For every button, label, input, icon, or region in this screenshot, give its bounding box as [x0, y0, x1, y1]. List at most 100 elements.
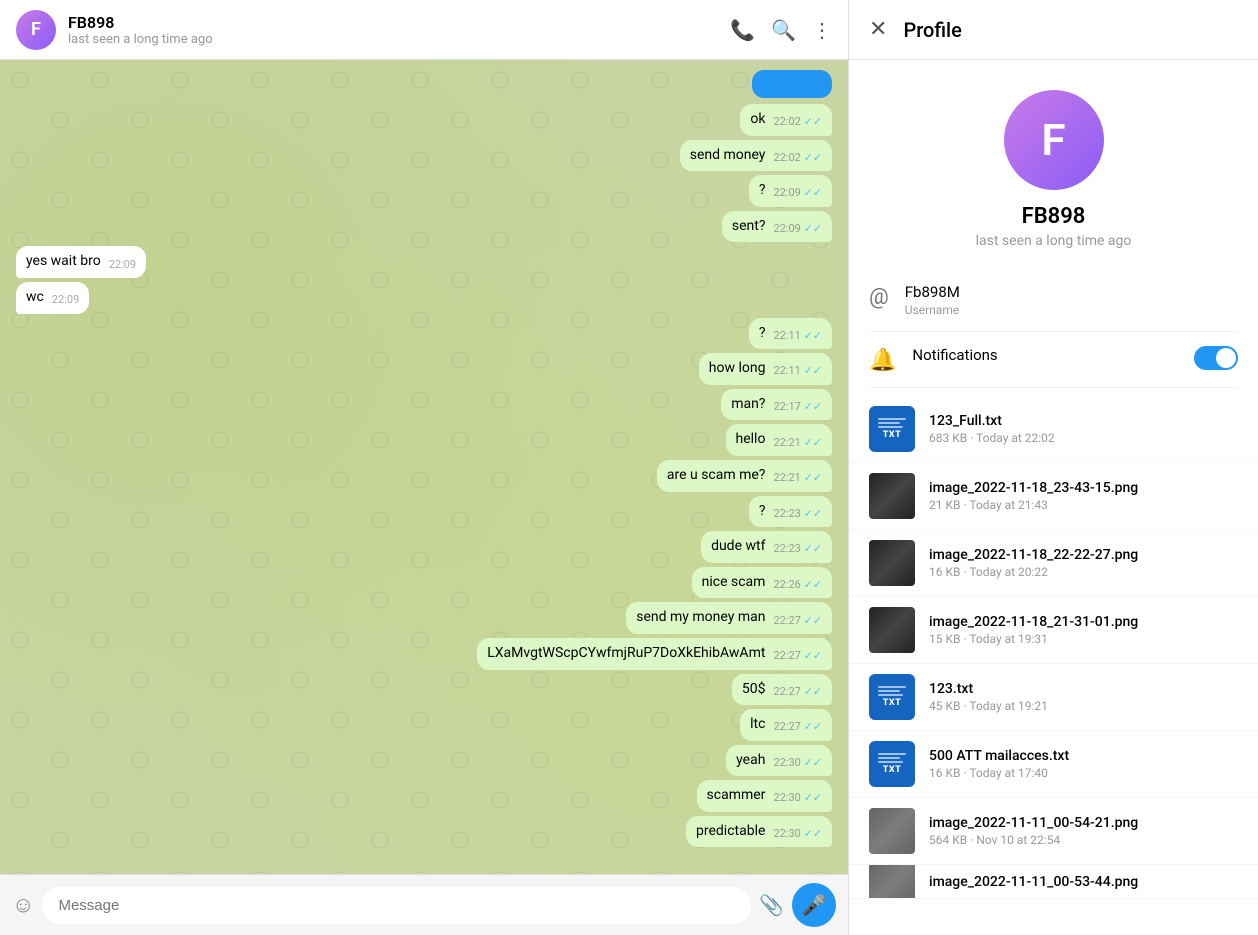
list-item[interactable]: image_2022-11-18_22-22-27.png 16 KB · To… [849, 530, 1258, 597]
table-row: send my money man 22:27 ✓✓ [16, 602, 832, 634]
file-meta: 21 KB · Today at 21:43 [929, 498, 1238, 512]
message-text: ltc [750, 715, 765, 735]
message-text: hello [736, 430, 766, 450]
table-row: ? 22:23 ✓✓ [16, 496, 832, 528]
message-text: dude wtf [711, 537, 765, 557]
list-item[interactable]: image_2022-11-18_21-31-01.png 15 KB · To… [849, 597, 1258, 664]
table-row: yes wait bro 22:09 [16, 246, 832, 278]
message-text: yes wait bro [26, 252, 101, 272]
table-row: predictable 22:30 ✓✓ [16, 816, 832, 848]
message-bubble: dude wtf 22:23 ✓✓ [701, 531, 832, 563]
file-info: 123_Full.txt 683 KB · Today at 22:02 [929, 413, 1238, 445]
message-text: LXaMvgtWScpCYwfmjRuP7DoXkEhibAwAmt [487, 644, 765, 664]
more-options-icon[interactable]: ⋮ [812, 18, 832, 42]
message-text: ? [759, 324, 766, 344]
file-info: 123.txt 45 KB · Today at 19:21 [929, 681, 1238, 713]
message-bubble: predictable 22:30 ✓✓ [686, 816, 832, 848]
list-item[interactable]: TXT 123.txt 45 KB · Today at 19:21 [849, 664, 1258, 731]
profile-name: FB898 [1022, 204, 1086, 229]
message-text: are u scam me? [667, 466, 766, 486]
table-row: ? 22:09 ✓✓ [16, 175, 832, 207]
file-info: image_2022-11-18_21-31-01.png 15 KB · To… [929, 614, 1238, 646]
table-row: sent? 22:09 ✓✓ [16, 211, 832, 243]
message-text: nice scam [702, 573, 766, 593]
notifications-toggle-container [1194, 346, 1238, 370]
message-bubble: nice scam 22:26 ✓✓ [692, 567, 832, 599]
notifications-row: 🔔 Notifications [869, 332, 1238, 388]
emoji-button[interactable]: ☺ [12, 892, 34, 918]
message-bubble: ? 22:23 ✓✓ [749, 496, 832, 528]
message-text: man? [731, 395, 765, 415]
message-text: ? [759, 181, 766, 201]
profile-panel: ✕ Profile F FB898 last seen a long time … [848, 0, 1258, 935]
message-text: how long [709, 359, 766, 379]
file-info: image_2022-11-18_22-22-27.png 16 KB · To… [929, 547, 1238, 579]
close-button[interactable]: ✕ [869, 17, 887, 42]
notifications-toggle[interactable] [1194, 346, 1238, 370]
profile-avatar: F [1004, 90, 1104, 190]
file-name: image_2022-11-18_21-31-01.png [929, 614, 1238, 630]
table-row: hello 22:21 ✓✓ [16, 424, 832, 456]
chat-header: F FB898 last seen a long time ago 📞 🔍 ⋮ [0, 0, 848, 60]
profile-info-section: @ Fb898M Username 🔔 Notifications [849, 269, 1258, 388]
table-row: wc 22:09 [16, 282, 832, 314]
message-bubble: hello 22:21 ✓✓ [726, 424, 833, 456]
file-name: image_2022-11-11_00-54-21.png [929, 815, 1238, 831]
profile-last-seen: last seen a long time ago [976, 233, 1132, 249]
message-text: sent? [732, 217, 766, 237]
file-info: image_2022-11-11_00-54-21.png 564 KB · N… [929, 815, 1238, 847]
contact-name: FB898 [68, 13, 730, 32]
message-bubble: send money 22:02 ✓✓ [680, 140, 832, 172]
blue-button-bubble [752, 70, 832, 98]
list-item[interactable]: TXT 123_Full.txt 683 KB · Today at 22:02 [849, 396, 1258, 463]
list-item[interactable]: image_2022-11-11_00-53-44.png [849, 865, 1258, 899]
file-name: image_2022-11-18_23-43-15.png [929, 480, 1238, 496]
table-row: ? 22:11 ✓✓ [16, 318, 832, 350]
microphone-icon: 🎤 [802, 893, 827, 917]
voice-button[interactable]: 🎤 [792, 883, 836, 927]
table-row: nice scam 22:26 ✓✓ [16, 567, 832, 599]
table-row: scammer 22:30 ✓✓ [16, 780, 832, 812]
message-bubble: how long 22:11 ✓✓ [699, 353, 832, 385]
list-item[interactable]: image_2022-11-11_00-54-21.png 564 KB · N… [849, 798, 1258, 865]
username-content: Fb898M Username [905, 283, 1238, 317]
message-text: send money [690, 146, 766, 166]
message-text: wc [26, 288, 44, 308]
file-name: 123_Full.txt [929, 413, 1238, 429]
messages-container: ok 22:02 ✓✓ send money 22:02 ✓✓ ? 22:09 … [0, 60, 848, 874]
message-text: ? [759, 502, 766, 522]
username-row: @ Fb898M Username [869, 269, 1238, 332]
file-name: image_2022-11-11_00-53-44.png [929, 874, 1238, 890]
list-item[interactable]: TXT 500 ATT mailacces.txt 16 KB · Today … [849, 731, 1258, 798]
list-item[interactable]: image_2022-11-18_23-43-15.png 21 KB · To… [849, 463, 1258, 530]
file-icon-img [869, 607, 915, 653]
message-input[interactable] [42, 887, 751, 924]
file-icon-img [869, 540, 915, 586]
attach-button[interactable]: 📎 [759, 893, 784, 917]
message-bubble: send my money man 22:27 ✓✓ [626, 602, 832, 634]
message-text: 50$ [742, 680, 766, 700]
table-row: dude wtf 22:23 ✓✓ [16, 531, 832, 563]
file-icon-img [869, 473, 915, 519]
notifications-content: Notifications [912, 346, 1178, 364]
message-bubble: yeah 22:30 ✓✓ [726, 745, 832, 777]
profile-avatar-section: F FB898 last seen a long time ago [849, 60, 1258, 269]
bell-icon: 🔔 [869, 348, 896, 373]
file-meta: 564 KB · Nov 10 at 22:54 [929, 833, 1238, 847]
file-icon-img [869, 808, 915, 854]
message-text: yeah [736, 751, 765, 771]
username-label: Username [905, 303, 1238, 317]
message-bubble: ok 22:02 ✓✓ [740, 104, 832, 136]
file-icon-txt: TXT [869, 741, 915, 787]
search-icon[interactable]: 🔍 [771, 18, 796, 42]
file-icon-txt: TXT [869, 674, 915, 720]
message-text: send my money man [636, 608, 765, 628]
at-icon: @ [869, 285, 889, 310]
phone-icon[interactable]: 📞 [730, 18, 755, 42]
file-name: 123.txt [929, 681, 1238, 697]
table-row: yeah 22:30 ✓✓ [16, 745, 832, 777]
message-text: ok [750, 110, 765, 130]
file-name: image_2022-11-18_22-22-27.png [929, 547, 1238, 563]
message-bubble: ? 22:09 ✓✓ [749, 175, 832, 207]
message-bubble: man? 22:17 ✓✓ [721, 389, 832, 421]
